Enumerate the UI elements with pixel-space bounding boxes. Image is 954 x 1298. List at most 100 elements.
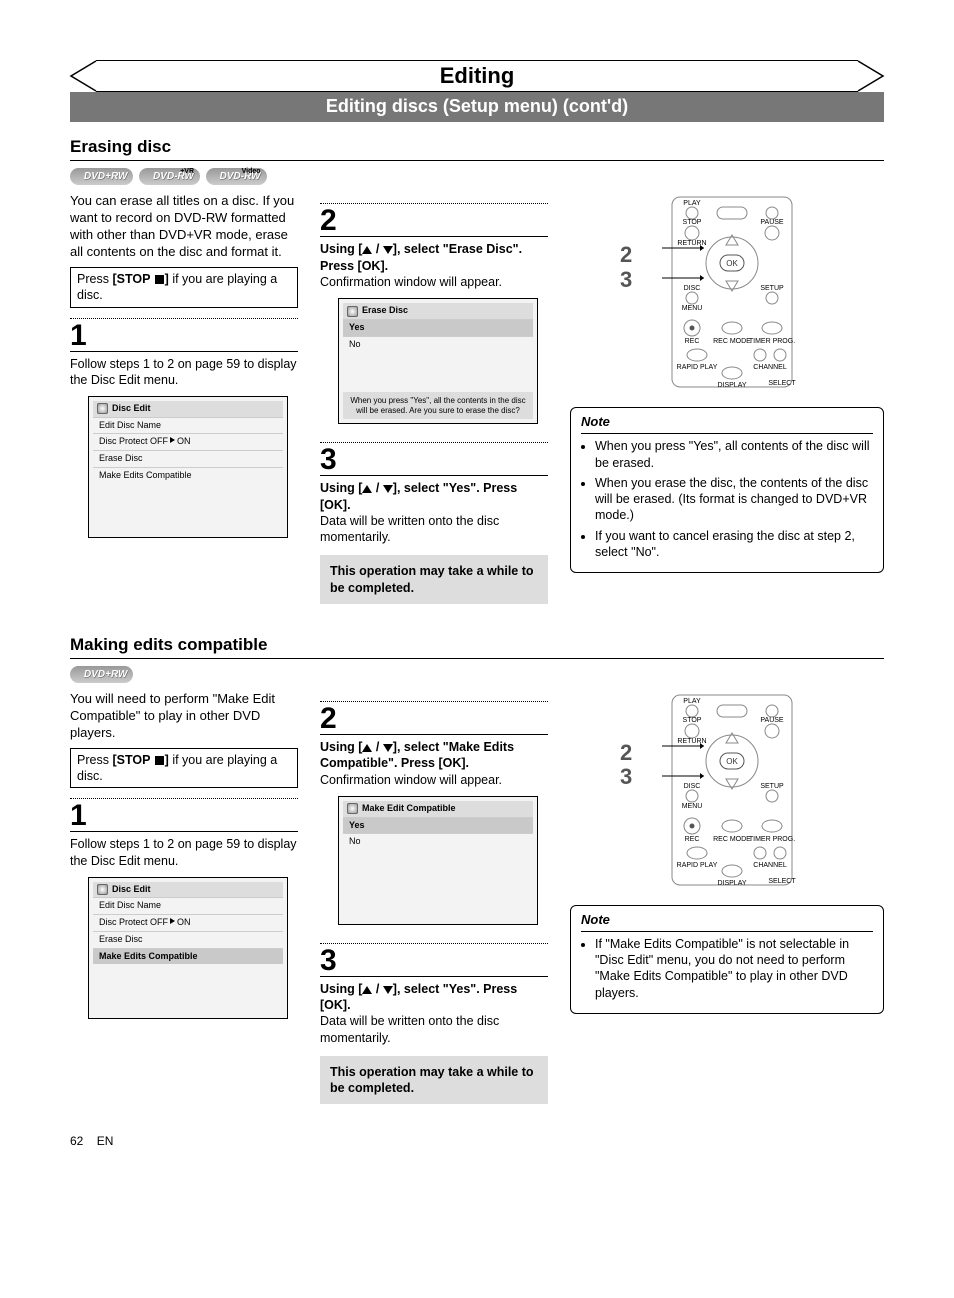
operation-note: This operation may take a while to be co…: [320, 1056, 548, 1105]
osd-row: Erase Disc: [93, 450, 283, 467]
osd-row: Edit Disc Name: [93, 897, 283, 914]
osd-row-selected: Make Edits Compatible: [93, 948, 283, 965]
note-box: Note If "Make Edits Compatible" is not s…: [570, 905, 884, 1014]
erase-intro: You can erase all titles on a disc. If y…: [70, 193, 298, 261]
note-item: When you erase the disc, the contents of…: [595, 475, 873, 524]
press-stop-box: Press [STOP ] if you are playing a disc.: [70, 267, 298, 308]
osd-disc-edit: Disc Edit Edit Disc Name Disc Protect OF…: [88, 396, 288, 538]
svg-text:REC: REC: [685, 836, 700, 843]
make-col-mid: 2 Using [ / ], select "Make Edits Compat…: [320, 691, 548, 1104]
step-1-text: Follow steps 1 to 2 on page 59 to displa…: [70, 836, 298, 869]
disc-badges: DVD+RW: [70, 665, 884, 683]
svg-text:RETURN: RETURN: [677, 240, 706, 247]
badge-dvd-plus-rw: DVD+RW: [70, 666, 133, 683]
section-heading-erase: Erasing disc: [70, 136, 884, 161]
svg-text:RAPID PLAY: RAPID PLAY: [677, 862, 718, 869]
step-1-number: 1: [70, 321, 298, 352]
svg-text:OK: OK: [726, 259, 738, 268]
erase-col-right: 2 3 OK PLAY STOP PAUSE RETURN DISC MENU S…: [570, 193, 884, 604]
note-title: Note: [581, 414, 873, 434]
step-3-heading: Using [ / ], select "Yes". Press [OK]. D…: [320, 981, 548, 1046]
svg-text:DISC: DISC: [684, 783, 701, 790]
make-col-right: 2 3 OK PLAY STOP PAUSE RETURN DISCMENU S…: [570, 691, 884, 1104]
svg-text:SELECT: SELECT: [768, 380, 796, 387]
osd-row: No: [343, 336, 533, 353]
svg-text:RETURN: RETURN: [677, 738, 706, 745]
svg-text:TIMER PROG.: TIMER PROG.: [749, 338, 795, 345]
svg-text:STOP: STOP: [683, 219, 702, 226]
remote-steps-indicator: 2 3: [620, 243, 632, 291]
remote-control-figure: 2 3 OK PLAY STOP PAUSE RETURN DISCMENU S…: [642, 193, 812, 393]
svg-text:STOP: STOP: [683, 717, 702, 724]
remote-icon: OK PLAY STOP PAUSE RETURN DISC MENU SETUP…: [642, 193, 812, 393]
stop-icon: [155, 275, 164, 284]
sub-banner: Editing discs (Setup menu) (cont'd): [70, 92, 884, 122]
svg-text:TIMER PROG.: TIMER PROG.: [749, 836, 795, 843]
svg-text:OK: OK: [726, 757, 738, 766]
osd-title: Erase Disc: [343, 303, 533, 319]
osd-title: Disc Edit: [93, 882, 283, 898]
section-heading-make: Making edits compatible: [70, 634, 884, 659]
up-triangle-icon: [362, 744, 372, 752]
badge-dvd-rw-vr: DVD-RW+VR: [139, 168, 200, 185]
down-triangle-icon: [383, 485, 393, 493]
note-box: Note When you press "Yes", all contents …: [570, 407, 884, 573]
note-item: When you press "Yes", all contents of th…: [595, 438, 873, 471]
svg-text:DISC: DISC: [684, 285, 701, 292]
page-footer: 62 EN: [70, 1134, 884, 1150]
up-triangle-icon: [362, 485, 372, 493]
svg-text:REC MODE: REC MODE: [713, 836, 751, 843]
badge-dvd-plus-rw: DVD+RW: [70, 168, 133, 185]
svg-text:REC MODE: REC MODE: [713, 338, 751, 345]
up-triangle-icon: [362, 986, 372, 994]
osd-erase-disc: Erase Disc Yes No When you press "Yes", …: [338, 298, 538, 424]
osd-row: Disc Protect OFFON: [93, 914, 283, 931]
svg-text:MENU: MENU: [682, 305, 703, 312]
step-1-number: 1: [70, 801, 298, 832]
make-intro: You will need to perform "Make Edit Comp…: [70, 691, 298, 742]
step-3-heading: Using [ / ], select "Yes". Press [OK]. D…: [320, 480, 548, 545]
remote-icon: OK PLAY STOP PAUSE RETURN DISCMENU SETUP…: [642, 691, 812, 891]
svg-text:DISPLAY: DISPLAY: [717, 880, 746, 887]
step-2-number: 2: [320, 704, 548, 735]
remote-control-figure: 2 3 OK PLAY STOP PAUSE RETURN DISCMENU S…: [642, 691, 812, 891]
osd-title: Disc Edit: [93, 401, 283, 417]
erase-col-mid: 2 Using [ / ], select "Erase Disc". Pres…: [320, 193, 548, 604]
operation-note: This operation may take a while to be co…: [320, 555, 548, 604]
svg-text:CHANNEL: CHANNEL: [753, 364, 787, 371]
svg-text:CHANNEL: CHANNEL: [753, 862, 787, 869]
press-stop-box: Press [STOP ] if you are playing a disc.: [70, 748, 298, 789]
osd-row: Erase Disc: [93, 931, 283, 948]
osd-row-selected: Yes: [343, 319, 533, 336]
down-triangle-icon: [383, 744, 393, 752]
page-title: Editing: [96, 60, 858, 92]
svg-text:REC: REC: [685, 338, 700, 345]
svg-text:RAPID PLAY: RAPID PLAY: [677, 364, 718, 371]
make-columns: You will need to perform "Make Edit Comp…: [70, 691, 884, 1104]
page-number: 62: [70, 1134, 83, 1148]
svg-text:PAUSE: PAUSE: [760, 219, 784, 226]
step-2-number: 2: [320, 206, 548, 237]
header-right-ornament-icon: [857, 60, 885, 92]
svg-text:PLAY: PLAY: [683, 698, 701, 705]
down-triangle-icon: [383, 986, 393, 994]
disc-badges: DVD+RW DVD-RW+VR DVD-RWVideo: [70, 167, 884, 185]
step-3-number: 3: [320, 946, 548, 977]
osd-row: Make Edits Compatible: [93, 467, 283, 484]
up-triangle-icon: [362, 246, 372, 254]
svg-text:SETUP: SETUP: [760, 783, 784, 790]
osd-row: Edit Disc Name: [93, 417, 283, 434]
svg-text:PLAY: PLAY: [683, 200, 701, 207]
svg-text:SETUP: SETUP: [760, 285, 784, 292]
page-header: Editing: [70, 60, 884, 92]
note-item: If "Make Edits Compatible" is not select…: [595, 936, 873, 1001]
note-list: When you press "Yes", all contents of th…: [581, 438, 873, 560]
erase-columns: You can erase all titles on a disc. If y…: [70, 193, 884, 604]
stop-icon: [155, 756, 164, 765]
svg-text:PAUSE: PAUSE: [760, 717, 784, 724]
step-3-number: 3: [320, 445, 548, 476]
page-lang: EN: [97, 1134, 114, 1148]
note-title: Note: [581, 912, 873, 932]
step-1-text: Follow steps 1 to 2 on page 59 to displa…: [70, 356, 298, 389]
note-list: If "Make Edits Compatible" is not select…: [581, 936, 873, 1001]
